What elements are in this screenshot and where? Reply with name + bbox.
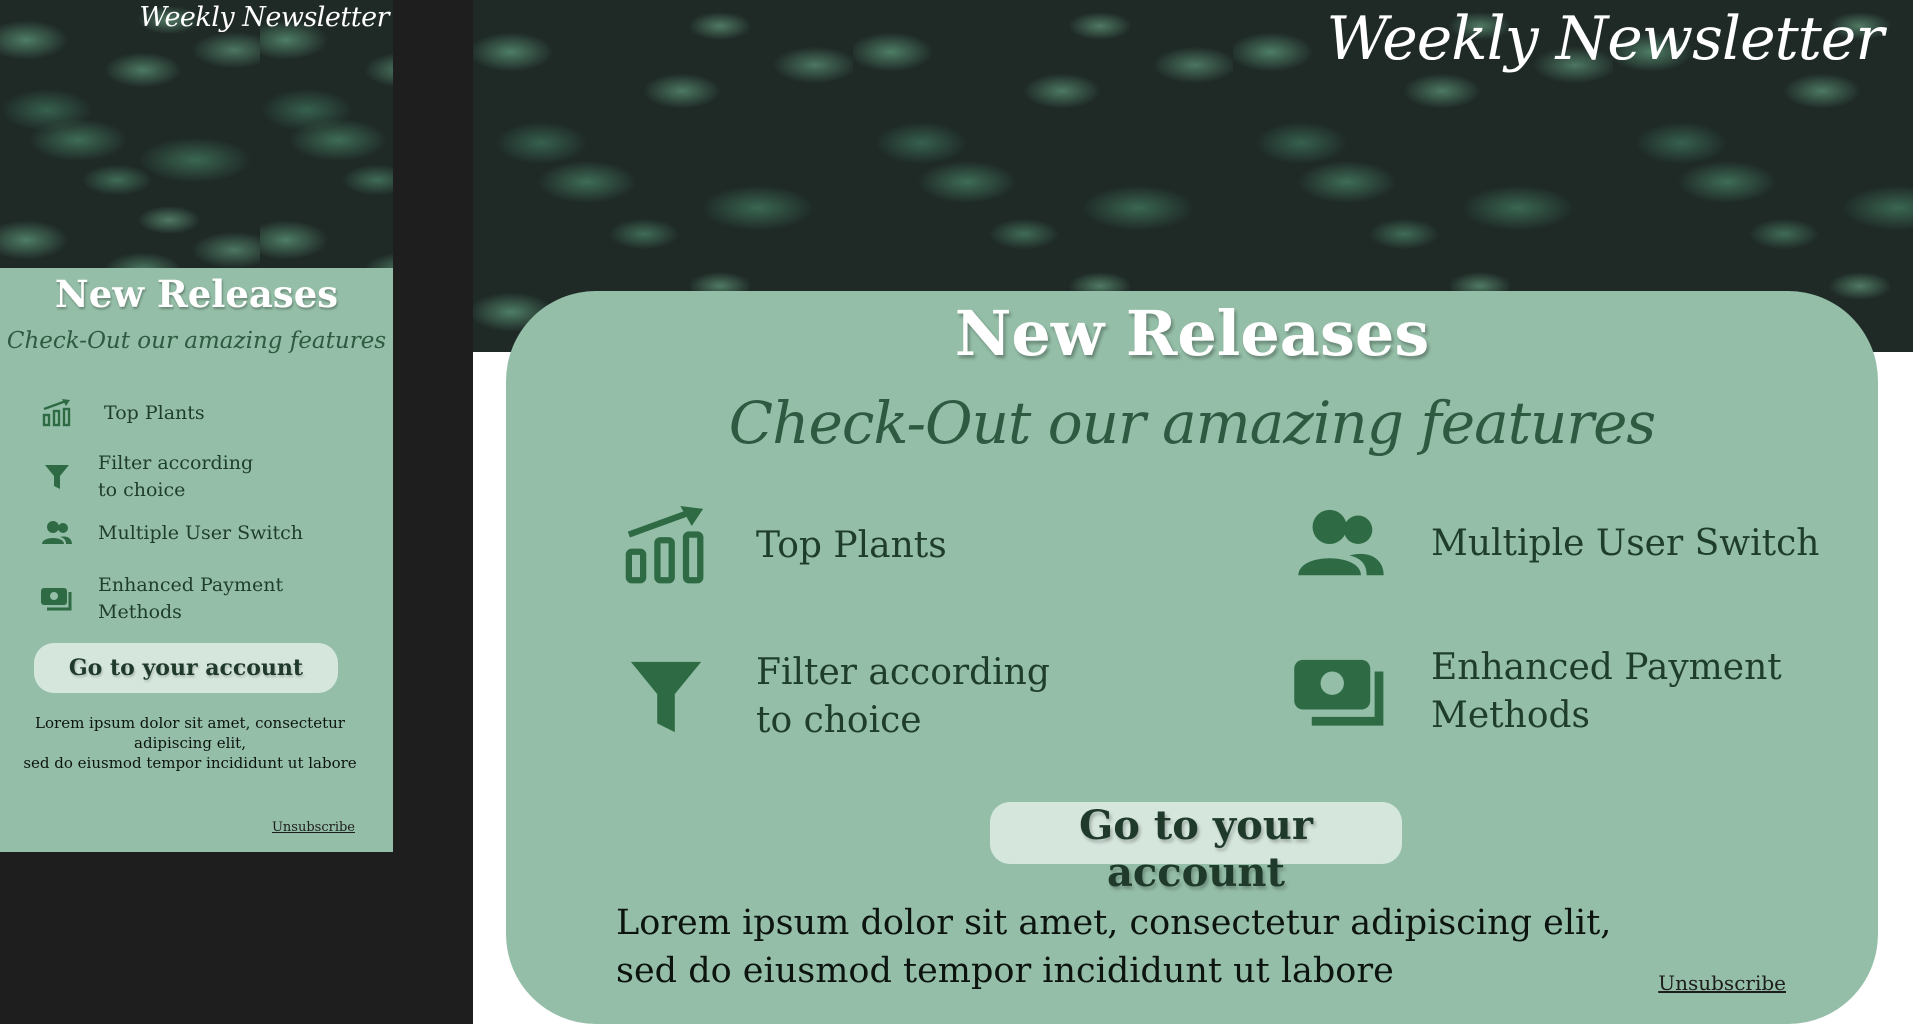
header-leaves-image bbox=[0, 0, 393, 268]
filter-icon bbox=[40, 460, 74, 494]
feature-label: Enhanced Payment Methods bbox=[1431, 647, 1782, 736]
feature-filter: Filter according to choice bbox=[616, 649, 1050, 745]
feature-top-plants: Top Plants bbox=[616, 501, 947, 591]
feature-label: Enhanced Payment Methods bbox=[98, 574, 284, 623]
feature-label: Multiple User Switch bbox=[1431, 523, 1820, 564]
feature-payment: Enhanced Payment Methods bbox=[1291, 644, 1782, 740]
body-text: Lorem ipsum dolor sit amet, consectetur … bbox=[23, 714, 357, 772]
section-subtitle: Check-Out our amazing features bbox=[728, 389, 1656, 457]
users-icon bbox=[1291, 499, 1391, 589]
feature-label: Multiple User Switch bbox=[98, 521, 304, 544]
chart-icon bbox=[616, 501, 716, 591]
desktop-preview: Weekly Newsletter New Releases Check-Out… bbox=[473, 0, 1913, 1024]
newsletter-card: New Releases Check-Out our amazing featu… bbox=[0, 268, 393, 852]
section-title: New Releases bbox=[954, 297, 1430, 370]
unsubscribe-link[interactable]: Unsubscribe bbox=[1658, 971, 1786, 995]
feature-label: Filter according to choice bbox=[98, 452, 254, 501]
feature-label: Filter according to choice bbox=[756, 652, 1050, 741]
section-subtitle: Check-Out our amazing features bbox=[6, 328, 387, 354]
chart-icon bbox=[40, 396, 74, 430]
feature-filter: Filter according to choice bbox=[40, 450, 253, 504]
feature-label: Top Plants bbox=[756, 525, 947, 566]
newsletter-card: New Releases Check-Out our amazing featu… bbox=[506, 291, 1878, 1024]
account-button[interactable]: Go to your account bbox=[990, 802, 1402, 896]
users-icon bbox=[40, 516, 74, 550]
feature-label: Top Plants bbox=[104, 401, 205, 424]
unsubscribe-link[interactable]: Unsubscribe bbox=[272, 820, 355, 835]
mobile-preview: Weekly Newsletter New Releases Check-Out… bbox=[0, 0, 393, 852]
filter-icon bbox=[616, 652, 716, 742]
account-button[interactable]: Go to your account bbox=[34, 643, 338, 693]
brand-title: Weekly Newsletter bbox=[139, 2, 389, 33]
feature-top-plants: Top Plants bbox=[40, 396, 205, 430]
money-icon bbox=[1291, 647, 1391, 737]
feature-user-switch: Multiple User Switch bbox=[1291, 499, 1819, 589]
money-icon bbox=[40, 582, 74, 616]
feature-user-switch: Multiple User Switch bbox=[40, 516, 303, 550]
section-title: New Releases bbox=[54, 272, 339, 316]
brand-title: Weekly Newsletter bbox=[1326, 4, 1884, 74]
body-text: Lorem ipsum dolor sit amet, consectetur … bbox=[616, 903, 1612, 991]
feature-payment: Enhanced Payment Methods bbox=[40, 572, 283, 626]
